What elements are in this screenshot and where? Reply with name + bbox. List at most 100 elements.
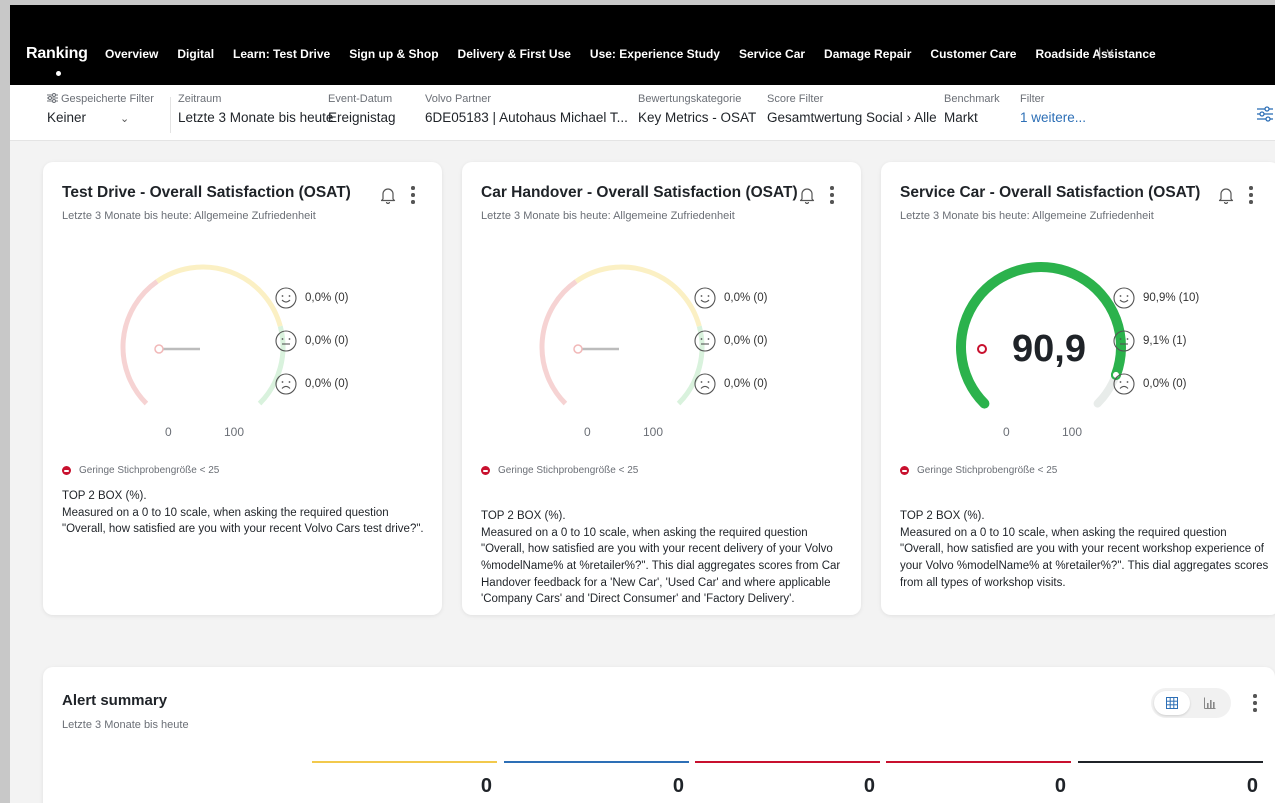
benchmark-filter[interactable]: Benchmark Markt — [944, 93, 1000, 125]
period-label: Zeitraum — [178, 93, 222, 105]
alert-summary-card: Alert summary Letzte 3 Monate bis heute … — [43, 667, 1275, 803]
more-options-icon[interactable] — [410, 186, 416, 204]
saved-filter-dropdown[interactable]: Gespeicherte Filter Keiner ⌄ — [47, 93, 154, 125]
gauge-zone-low — [120, 279, 159, 406]
card-title: Service Car - Overall Satisfaction (OSAT… — [900, 184, 1201, 201]
alert-metric: 0 — [695, 761, 880, 798]
score-filter[interactable]: Score Filter Gesamtwertung Social › Alle — [767, 93, 937, 125]
sentiment-neutral-value: 0,0% (0) — [305, 335, 349, 347]
card-title: Car Handover - Overall Satisfaction (OSA… — [481, 184, 798, 201]
nav-tab-delivery-first-use[interactable]: Delivery & First Use — [458, 47, 571, 61]
happy-face-icon — [1113, 287, 1135, 309]
category-filter[interactable]: Bewertungskategorie Key Metrics - OSAT — [638, 93, 756, 125]
more-options-icon[interactable] — [829, 186, 835, 204]
saved-filter-value-row: Keiner ⌄ — [47, 110, 154, 125]
card-subtitle: Letzte 3 Monate bis heute: Allgemeine Zu… — [900, 210, 1154, 222]
happy-face-icon — [275, 287, 297, 309]
nav-tab-damage-repair[interactable]: Damage Repair — [824, 47, 911, 61]
alert-summary-subtitle: Letzte 3 Monate bis heute — [62, 719, 189, 731]
bell-icon[interactable] — [380, 186, 396, 204]
gauge-zone-mid — [574, 264, 702, 327]
sentiment-positive: 0,0% (0) — [275, 287, 348, 309]
saved-filter-value: Keiner — [47, 110, 87, 125]
table-view-button[interactable] — [1154, 691, 1190, 715]
sentiment-positive-value: 90,9% (10) — [1143, 292, 1200, 304]
sentiment-neutral-value: 9,1% (1) — [1143, 335, 1187, 347]
partner-filter[interactable]: Volvo Partner 6DE05183 | Autohaus Michae… — [425, 93, 628, 125]
nav-tab-overview[interactable]: Overview — [105, 47, 158, 61]
nav-tab-learn-test-drive[interactable]: Learn: Test Drive — [233, 47, 330, 61]
sentiment-positive-value: 0,0% (0) — [305, 292, 349, 304]
nav-tab-service-car[interactable]: Service Car — [739, 47, 805, 61]
description-body: Measured on a 0 to 10 scale, when asking… — [900, 526, 1269, 589]
partner-label: Volvo Partner — [425, 93, 492, 105]
bar-chart-icon — [1204, 697, 1216, 709]
low-sample-text: Geringe Stichprobengröße < 25 — [79, 465, 220, 476]
low-sample-marker — [573, 344, 583, 354]
low-sample-icon — [62, 466, 71, 475]
alert-metric-bar — [504, 761, 689, 763]
card-description: TOP 2 BOX (%). Measured on a 0 to 10 sca… — [62, 488, 434, 538]
sad-face-icon — [1113, 373, 1135, 395]
sentiment-breakdown: 90,9% (10) 9,1% (1) 0,0% (0) — [1113, 287, 1199, 416]
nav-items: Overview Digital Learn: Test Drive Sign … — [105, 47, 1175, 61]
sentiment-negative-value: 0,0% (0) — [1143, 378, 1187, 390]
card-title: Test Drive - Overall Satisfaction (OSAT) — [62, 184, 351, 201]
low-sample-text: Geringe Stichprobengröße < 25 — [917, 465, 1058, 476]
neutral-face-icon — [275, 330, 297, 352]
nav-tab-ranking[interactable]: Ranking — [26, 45, 88, 63]
nav-tab-experience-study[interactable]: Use: Experience Study — [590, 47, 720, 61]
gauge-max-label: 100 — [224, 425, 245, 439]
top-navigation: Ranking Overview Digital Learn: Test Dri… — [10, 5, 1275, 85]
partner-value: 6DE05183 | Autohaus Michael T... — [425, 110, 628, 125]
chart-view-button[interactable] — [1192, 691, 1228, 715]
sentiment-negative: 0,0% (0) — [275, 373, 348, 395]
low-sample-text: Geringe Stichprobengröße < 25 — [498, 465, 639, 476]
happy-face-icon — [694, 287, 716, 309]
more-filters-label: Filter — [1020, 93, 1045, 105]
description-title: TOP 2 BOX (%). — [481, 510, 566, 522]
sad-face-icon — [694, 373, 716, 395]
more-filters[interactable]: Filter 1 weitere... — [1020, 93, 1086, 125]
description-body: Measured on a 0 to 10 scale, when asking… — [481, 526, 841, 606]
bell-icon[interactable] — [799, 186, 815, 204]
sliders-icon — [47, 93, 58, 103]
filter-bar: Gespeicherte Filter Keiner ⌄ Zeitraum Let… — [10, 85, 1275, 141]
bell-icon[interactable] — [1218, 186, 1234, 204]
more-options-icon[interactable] — [1248, 186, 1254, 204]
alert-metric-value: 0 — [480, 775, 492, 797]
filter-divider — [170, 97, 171, 133]
nav-more-dropdown[interactable]: | ∨ — [1098, 45, 1115, 61]
filter-settings-icon[interactable] — [1256, 105, 1274, 123]
nav-tab-customer-care[interactable]: Customer Care — [930, 47, 1016, 61]
gauge-score-value: 90,9 — [1012, 328, 1086, 370]
score-filter-label: Score Filter — [767, 93, 824, 105]
more-filters-link[interactable]: 1 weitere... — [1020, 110, 1086, 125]
nav-tab-digital[interactable]: Digital — [177, 47, 214, 61]
card-subtitle: Letzte 3 Monate bis heute: Allgemeine Zu… — [481, 210, 735, 222]
sentiment-neutral-value: 0,0% (0) — [724, 335, 768, 347]
sentiment-neutral: 0,0% (0) — [694, 330, 767, 352]
sentiment-negative: 0,0% (0) — [1113, 373, 1199, 395]
low-sample-legend: Geringe Stichprobengröße < 25 — [62, 465, 219, 476]
sentiment-positive: 90,9% (10) — [1113, 287, 1199, 309]
sentiment-breakdown: 0,0% (0) 0,0% (0) 0,0% (0) — [694, 287, 767, 416]
nav-tab-sign-up-shop[interactable]: Sign up & Shop — [349, 47, 438, 61]
period-filter[interactable]: Zeitraum Letzte 3 Monate bis heute — [178, 93, 333, 125]
event-date-label: Event-Datum — [328, 93, 393, 105]
alert-metric-bar — [886, 761, 1071, 763]
low-sample-icon — [481, 466, 490, 475]
alert-metric: 0 — [1078, 761, 1263, 798]
sentiment-positive: 0,0% (0) — [694, 287, 767, 309]
description-title: TOP 2 BOX (%). — [900, 510, 985, 522]
event-date-filter[interactable]: Event-Datum Ereignistag — [328, 93, 396, 125]
osat-card-test-drive: Test Drive - Overall Satisfaction (OSAT)… — [43, 162, 442, 615]
gauge-min-label: 0 — [1003, 425, 1010, 439]
alert-metric: 0 — [886, 761, 1071, 798]
nav-tab-roadside-assistance[interactable]: Roadside Assistance — [1035, 47, 1155, 61]
view-toggle — [1151, 688, 1231, 718]
alert-metric-value: 0 — [863, 775, 875, 797]
description-title: TOP 2 BOX (%). — [62, 490, 147, 502]
more-options-icon[interactable] — [1252, 694, 1258, 712]
alert-metric-value: 0 — [1054, 775, 1066, 797]
